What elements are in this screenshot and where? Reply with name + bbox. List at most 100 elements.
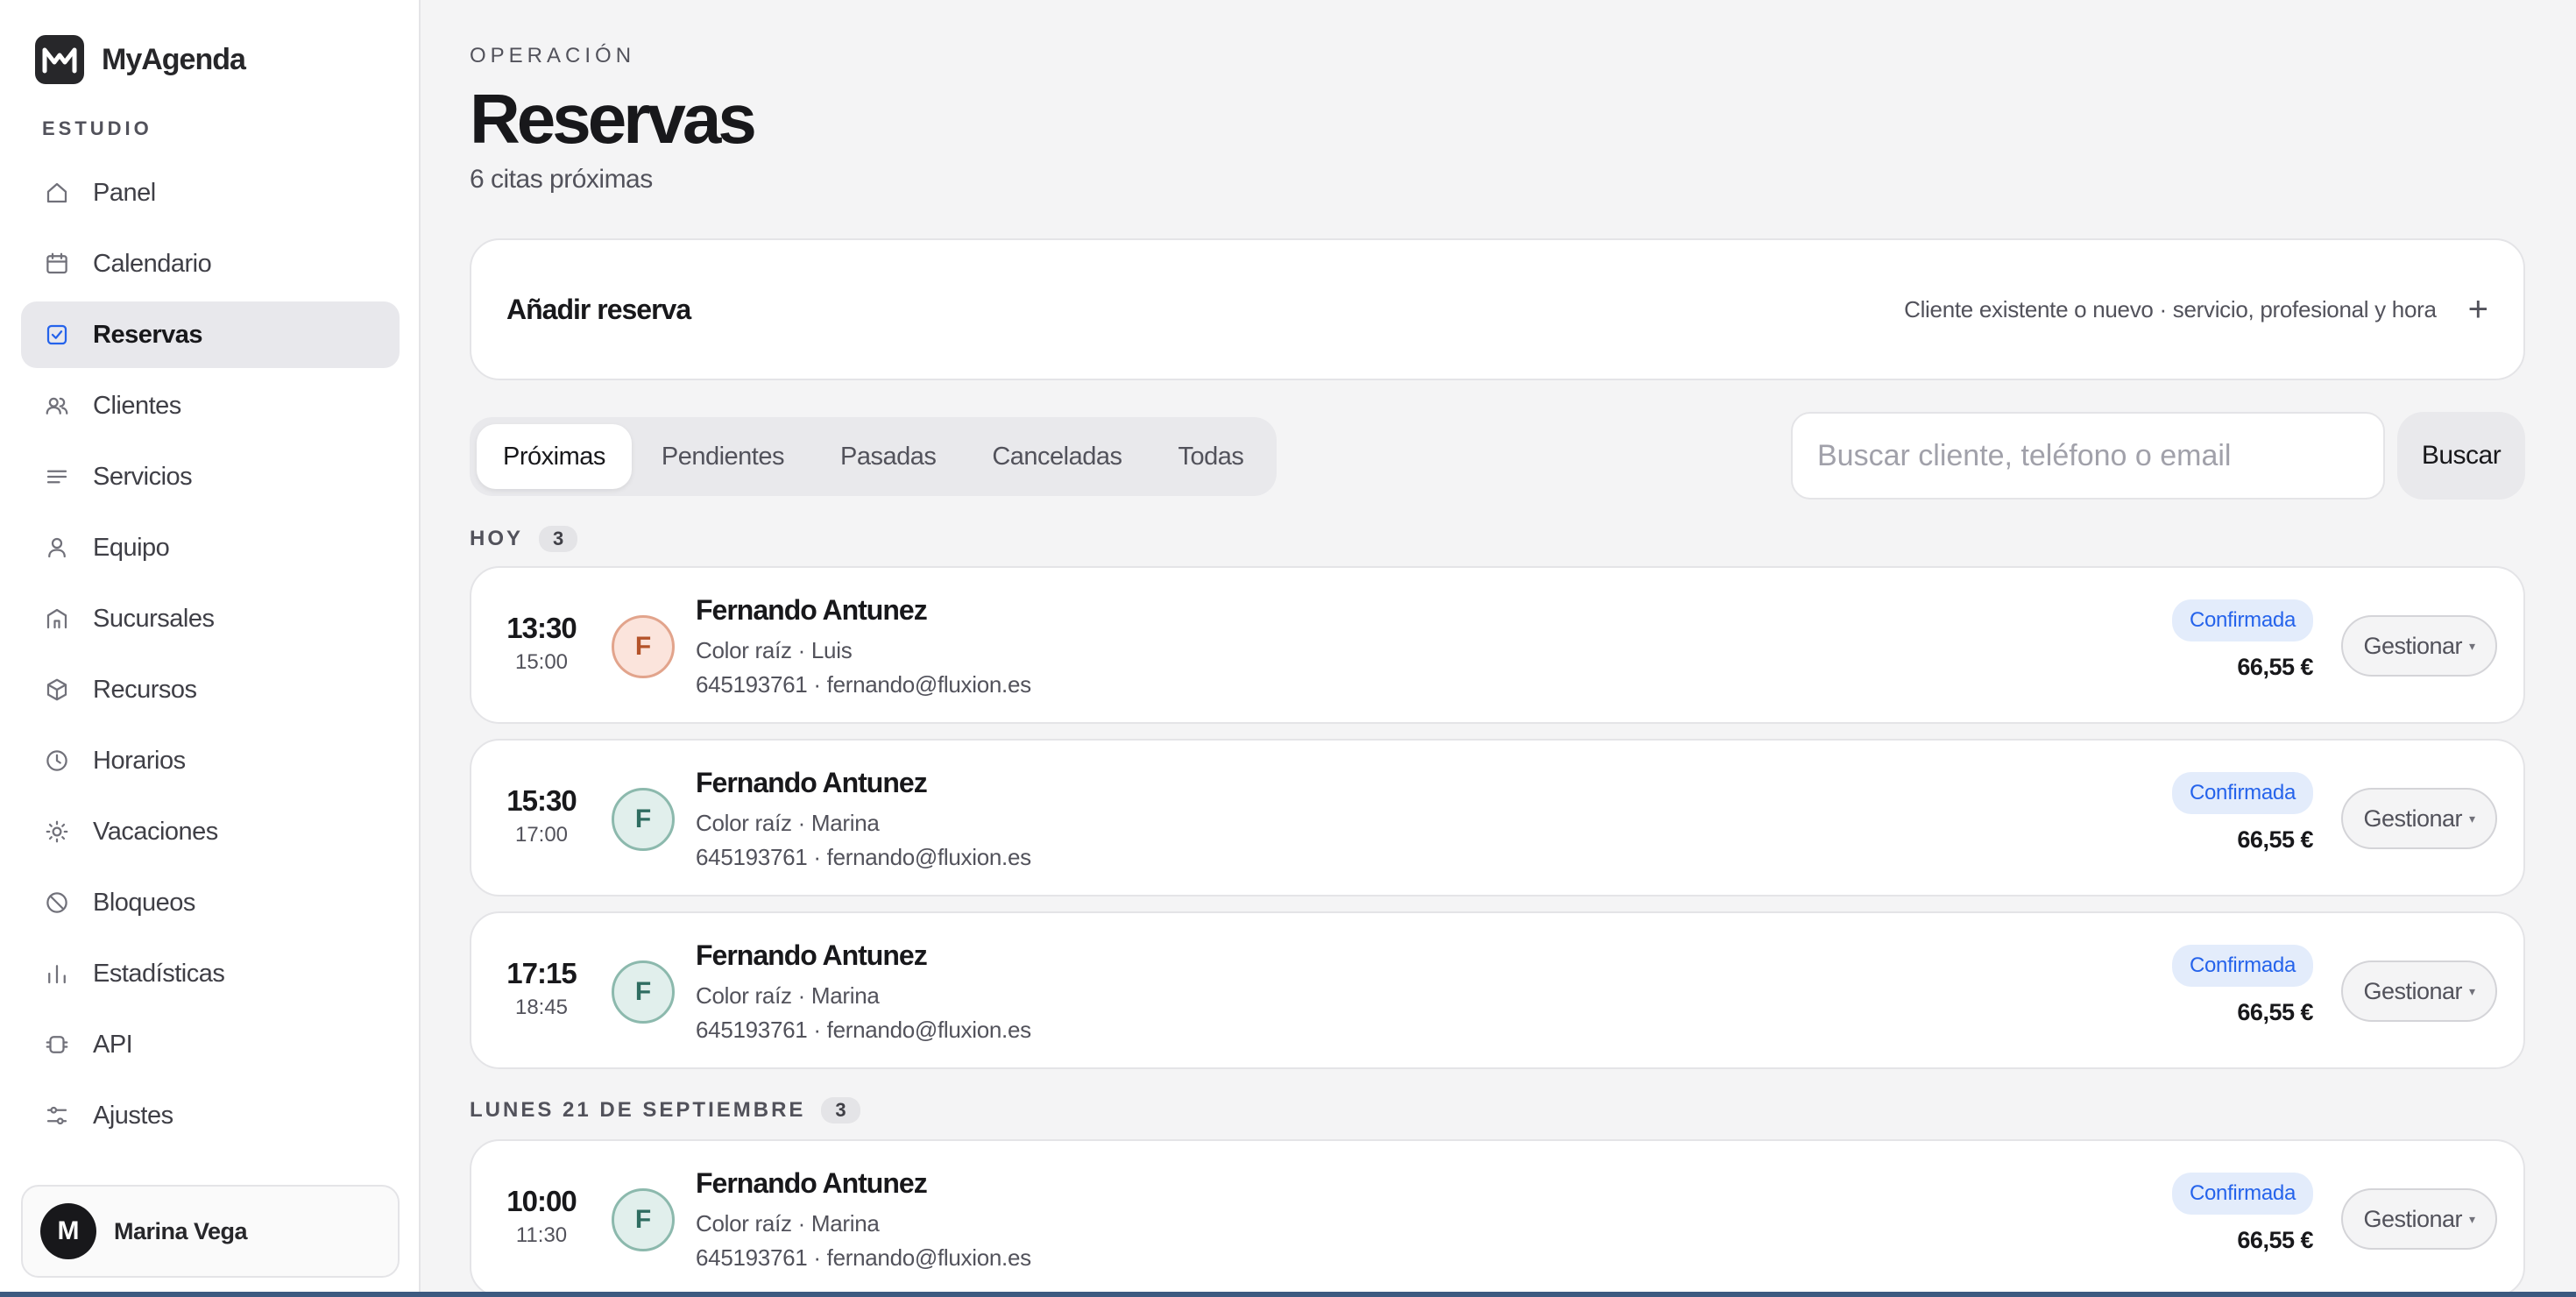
tab-pendientes[interactable]: Pendientes <box>635 424 810 489</box>
user-name: Marina Vega <box>114 1217 248 1244</box>
sidebar-item-label: Bloqueos <box>93 888 195 917</box>
main-content: OPERACIÓN Reservas 6 citas próximas Añad… <box>470 0 2525 1297</box>
sidebar-item-label: Vacaciones <box>93 817 218 846</box>
client-avatar: F <box>612 1188 675 1251</box>
group-count-badge: 3 <box>539 526 578 552</box>
booking-card[interactable]: 10:00 11:30 F Fernando Antunez Color raí… <box>470 1139 2525 1297</box>
list-icon <box>44 464 70 490</box>
booking-status-price: Confirmada 66,55 € <box>2171 945 2313 1026</box>
users-icon <box>44 393 70 419</box>
booking-times: 10:00 11:30 <box>498 1185 585 1248</box>
booking-price: 66,55 € <box>2237 1227 2313 1253</box>
sidebar-item-vacaciones[interactable]: Vacaciones <box>21 798 400 865</box>
user-icon <box>44 535 70 561</box>
sidebar-item-reservas[interactable]: Reservas <box>21 301 400 368</box>
sidebar-item-label: Calendario <box>93 249 212 278</box>
manage-label: Gestionar <box>2363 804 2463 832</box>
group-label: HOY <box>470 527 524 550</box>
booking-card[interactable]: 17:15 18:45 F Fernando Antunez Color raí… <box>470 911 2525 1069</box>
sidebar-section-label: ESTUDIO <box>42 117 152 139</box>
booking-price: 66,55 € <box>2237 826 2313 853</box>
end-time: 15:00 <box>514 650 569 674</box>
box-icon <box>44 677 70 703</box>
contact-line: 645193761 · fernando@fluxion.es <box>696 844 1031 870</box>
building-icon <box>44 606 70 632</box>
sidebar-item-label: Sucursales <box>93 604 215 633</box>
sidebar-item-equipo[interactable]: Equipo <box>21 514 400 581</box>
manage-label: Gestionar <box>2363 1205 2463 1232</box>
manage-button[interactable]: Gestionar ▾ <box>2341 1188 2497 1250</box>
sidebar-item-recursos[interactable]: Recursos <box>21 656 400 723</box>
block-icon <box>44 889 70 916</box>
contact-line: 645193761 · fernando@fluxion.es <box>696 671 1031 698</box>
sliders-icon <box>44 1102 70 1129</box>
sidebar-item-label: Horarios <box>93 746 186 775</box>
booking-price: 66,55 € <box>2237 654 2313 680</box>
sidebar-item-bloqueos[interactable]: Bloqueos <box>21 869 400 936</box>
plus-icon[interactable]: + <box>2468 292 2488 327</box>
sidebar-item-label: Clientes <box>93 391 181 420</box>
client-avatar: F <box>612 615 675 678</box>
clock-icon <box>44 748 70 774</box>
sidebar-item-label: API <box>93 1030 133 1059</box>
sidebar-item-ajustes[interactable]: Ajustes <box>21 1082 400 1149</box>
manage-button[interactable]: Gestionar ▾ <box>2341 615 2497 677</box>
status-badge: Confirmada <box>2171 599 2313 641</box>
sidebar-item-panel[interactable]: Panel <box>21 159 400 226</box>
client-name: Fernando Antunez <box>696 1167 928 1199</box>
tab-proximas[interactable]: Próximas <box>477 424 632 489</box>
sidebar-item-horarios[interactable]: Horarios <box>21 727 400 794</box>
booking-info: Fernando Antunez Color raíz · Marina 645… <box>696 767 1031 871</box>
sidebar-item-api[interactable]: API <box>21 1011 400 1078</box>
add-booking-card[interactable]: Añadir reserva Cliente existente o nuevo… <box>470 238 2525 380</box>
booking-info: Fernando Antunez Color raíz · Marina 645… <box>696 939 1031 1044</box>
sidebar-item-estadisticas[interactable]: Estadísticas <box>21 940 400 1007</box>
brand-logo-icon <box>35 35 84 84</box>
booking-price: 66,55 € <box>2237 999 2313 1025</box>
booking-times: 17:15 18:45 <box>498 957 585 1020</box>
add-booking-right: Cliente existente o nuevo · servicio, pr… <box>1904 292 2488 327</box>
booking-info: Fernando Antunez Color raíz · Marina 645… <box>696 1167 1031 1272</box>
page-title: Reservas <box>470 80 757 158</box>
status-badge: Confirmada <box>2171 772 2313 814</box>
booking-card[interactable]: 15:30 17:00 F Fernando Antunez Color raí… <box>470 739 2525 897</box>
avatar: M <box>40 1203 96 1259</box>
filter-tabs: Próximas Pendientes Pasadas Canceladas T… <box>470 417 1277 496</box>
brand-name: MyAgenda <box>102 42 246 76</box>
manage-button[interactable]: Gestionar ▾ <box>2341 960 2497 1022</box>
group-header-date: LUNES 21 DE SEPTIEMBRE 3 <box>470 1097 860 1123</box>
caret-down-icon: ▾ <box>2469 1211 2475 1226</box>
sidebar-item-calendario[interactable]: Calendario <box>21 230 400 297</box>
sidebar-item-clientes[interactable]: Clientes <box>21 372 400 439</box>
sidebar-item-label: Estadísticas <box>93 959 225 988</box>
sidebar-item-sucursales[interactable]: Sucursales <box>21 585 400 652</box>
brand[interactable]: MyAgenda <box>35 35 246 84</box>
client-name: Fernando Antunez <box>696 939 928 971</box>
sidebar: MyAgenda ESTUDIO Panel Calendario Reserv… <box>0 0 421 1297</box>
user-card[interactable]: M Marina Vega <box>21 1185 400 1278</box>
start-time: 13:30 <box>506 612 577 644</box>
group-count-badge: 3 <box>821 1097 860 1123</box>
tab-todas[interactable]: Todas <box>1152 424 1270 489</box>
booking-status-price: Confirmada 66,55 € <box>2171 1173 2313 1254</box>
sun-icon <box>44 819 70 845</box>
home-icon <box>44 180 70 206</box>
start-time: 10:00 <box>506 1185 577 1217</box>
booking-card[interactable]: 13:30 15:00 F Fernando Antunez Color raí… <box>470 566 2525 724</box>
caret-down-icon: ▾ <box>2469 983 2475 998</box>
end-time: 17:00 <box>514 823 569 847</box>
sidebar-item-label: Reservas <box>93 320 203 349</box>
tab-pasadas[interactable]: Pasadas <box>814 424 962 489</box>
search-button[interactable]: Buscar <box>2397 412 2525 500</box>
sidebar-nav: Panel Calendario Reservas Clientes Servi… <box>21 159 400 1153</box>
manage-button[interactable]: Gestionar ▾ <box>2341 788 2497 849</box>
add-booking-hint: Cliente existente o nuevo · servicio, pr… <box>1904 295 2437 322</box>
sidebar-item-servicios[interactable]: Servicios <box>21 443 400 510</box>
caret-down-icon: ▾ <box>2469 811 2475 826</box>
client-avatar: F <box>612 788 675 851</box>
search-input[interactable] <box>1791 412 2385 500</box>
start-time: 17:15 <box>506 957 577 989</box>
booking-status-price: Confirmada 66,55 € <box>2171 599 2313 681</box>
tab-canceladas[interactable]: Canceladas <box>966 424 1148 489</box>
booking-info: Fernando Antunez Color raíz · Luis 64519… <box>696 594 1031 698</box>
